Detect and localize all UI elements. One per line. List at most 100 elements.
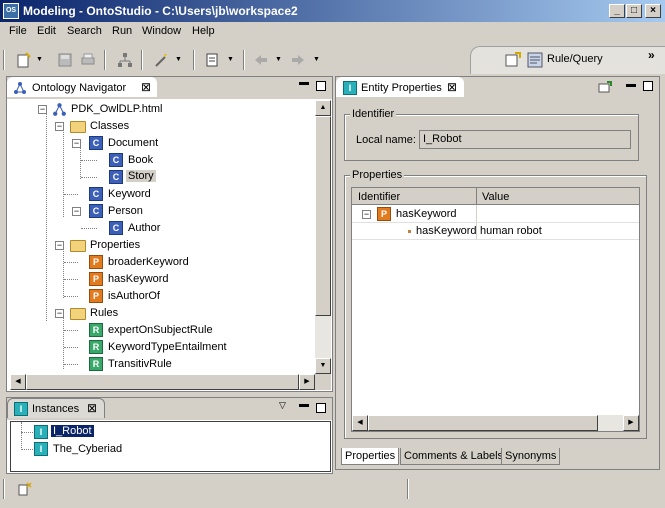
- menu-run[interactable]: Run: [112, 25, 132, 37]
- folder-icon: [70, 308, 86, 320]
- app-icon: OS: [3, 3, 19, 19]
- menu-search[interactable]: Search: [67, 25, 102, 37]
- scroll-corner: [315, 374, 331, 390]
- column-header-identifier[interactable]: Identifier: [358, 191, 400, 203]
- instances-tab-label: Instances: [32, 403, 80, 415]
- rule-query-perspective-icon: [527, 52, 543, 68]
- class-icon: C: [89, 204, 103, 218]
- tree-guide: [21, 449, 33, 450]
- table-header: Identifier Value: [352, 188, 639, 205]
- view-menu-icon[interactable]: ▽: [279, 400, 286, 411]
- scroll-left-icon[interactable]: ◀: [10, 374, 26, 390]
- scroll-up-icon[interactable]: ▲: [315, 100, 331, 116]
- properties-table: Identifier Value − P hasKeyword hasKeywo…: [351, 187, 640, 432]
- instances-tab[interactable]: I Instances ⊠: [7, 398, 105, 418]
- print-icon[interactable]: [80, 52, 96, 68]
- close-icon[interactable]: ⊠: [447, 80, 457, 94]
- menu-file[interactable]: File: [9, 25, 27, 37]
- toolbar: ▼ ▼ ▼ ▼ ▼ Rule/Query »: [0, 42, 665, 76]
- scroll-thumb[interactable]: [26, 374, 299, 390]
- table-row[interactable]: − P hasKeyword: [360, 206, 639, 223]
- minimize-view-icon[interactable]: [299, 82, 309, 85]
- menu-edit[interactable]: Edit: [37, 25, 56, 37]
- new-view-icon[interactable]: [598, 81, 612, 93]
- tree-label: Document: [108, 137, 159, 149]
- tree-guide: [63, 314, 64, 369]
- import-dropdown-icon[interactable]: ▼: [227, 56, 234, 63]
- tab-comments-labels[interactable]: Comments & Labels: [400, 448, 508, 465]
- instances-icon: I: [14, 402, 28, 416]
- save-icon[interactable]: [57, 52, 73, 68]
- tab-synonyms[interactable]: Synonyms: [501, 448, 561, 465]
- tree-label: Author: [128, 222, 161, 234]
- navigator-tab-label: Ontology Navigator: [32, 82, 127, 94]
- close-icon[interactable]: ⊠: [87, 401, 97, 415]
- scroll-right-icon[interactable]: ▶: [623, 415, 639, 431]
- close-button[interactable]: ×: [645, 4, 661, 18]
- new-dropdown-icon[interactable]: ▼: [36, 56, 43, 63]
- scroll-down-icon[interactable]: ▼: [315, 358, 331, 374]
- tab-properties[interactable]: Properties: [341, 448, 400, 465]
- toolbar-overflow-icon[interactable]: »: [648, 48, 655, 62]
- forward-icon[interactable]: [290, 52, 306, 68]
- tree-guide: [64, 194, 78, 195]
- rule-icon: R: [89, 323, 103, 337]
- minimize-view-icon[interactable]: [299, 404, 309, 407]
- back-icon[interactable]: [253, 52, 269, 68]
- local-name-label: Local name:: [356, 134, 416, 146]
- collapse-icon[interactable]: −: [55, 309, 64, 318]
- minimize-button[interactable]: _: [609, 4, 625, 18]
- back-dropdown-icon[interactable]: ▼: [275, 56, 282, 63]
- navigator-tree: − PDK_OwlDLP.html − Classes − C Document…: [10, 99, 315, 374]
- maximize-view-icon[interactable]: [316, 403, 326, 413]
- forward-dropdown-icon[interactable]: ▼: [313, 56, 320, 63]
- menu-window[interactable]: Window: [142, 25, 181, 37]
- collapse-icon[interactable]: −: [72, 139, 81, 148]
- toolbar-grip: [3, 50, 5, 70]
- title-bar[interactable]: OS Modeling - OntoStudio - C:\Users\jb\w…: [0, 0, 665, 22]
- tree-guide: [64, 296, 78, 297]
- maximize-view-icon[interactable]: [643, 81, 653, 91]
- minimize-view-icon[interactable]: [626, 84, 636, 87]
- wand-icon[interactable]: [153, 52, 169, 68]
- column-divider[interactable]: [476, 188, 477, 205]
- fast-view-icon[interactable]: [17, 481, 33, 497]
- collapse-icon[interactable]: −: [38, 105, 47, 114]
- hierarchy-icon[interactable]: [117, 52, 133, 68]
- column-header-value[interactable]: Value: [482, 191, 509, 203]
- local-name-field[interactable]: I_Robot: [419, 130, 631, 149]
- menu-help[interactable]: Help: [192, 25, 215, 37]
- tree-guide: [64, 364, 78, 365]
- scroll-thumb[interactable]: [368, 415, 598, 431]
- tree-label: Classes: [90, 120, 130, 132]
- table-row[interactable]: hasKeyword human robot: [360, 223, 639, 240]
- folder-icon: [70, 121, 86, 133]
- open-perspective-icon[interactable]: [505, 52, 521, 68]
- class-icon: C: [109, 170, 123, 184]
- collapse-icon[interactable]: −: [55, 122, 64, 131]
- collapse-icon[interactable]: −: [55, 241, 64, 250]
- import-icon[interactable]: [205, 52, 221, 68]
- maximize-button[interactable]: □: [626, 4, 642, 18]
- scroll-thumb[interactable]: [315, 116, 331, 316]
- entity-properties-tab[interactable]: I Entity Properties ⊠: [336, 77, 464, 97]
- collapse-icon[interactable]: −: [72, 207, 81, 216]
- new-icon[interactable]: [16, 52, 32, 68]
- tree-label: hasKeyword: [108, 273, 169, 285]
- bullet-icon: [408, 230, 411, 233]
- maximize-view-icon[interactable]: [316, 81, 326, 91]
- navigator-tab[interactable]: Ontology Navigator ⊠: [7, 77, 157, 97]
- identifier-group-label: Identifier: [350, 108, 397, 120]
- close-icon[interactable]: ⊠: [141, 80, 151, 94]
- tree-label: The_Cyberiad: [53, 443, 123, 455]
- class-icon: C: [109, 221, 123, 235]
- perspective-label[interactable]: Rule/Query: [547, 53, 603, 65]
- entity-properties-tab-label: Entity Properties: [361, 82, 442, 94]
- scroll-right-icon[interactable]: ▶: [299, 374, 315, 390]
- tree-label: PDK_OwlDLP.html: [71, 103, 163, 115]
- wand-dropdown-icon[interactable]: ▼: [175, 56, 182, 63]
- collapse-icon[interactable]: −: [362, 210, 371, 219]
- scroll-left-icon[interactable]: ◀: [352, 415, 368, 431]
- ontology-navigator-icon: [14, 82, 26, 94]
- row-identifier: hasKeyword: [396, 208, 457, 220]
